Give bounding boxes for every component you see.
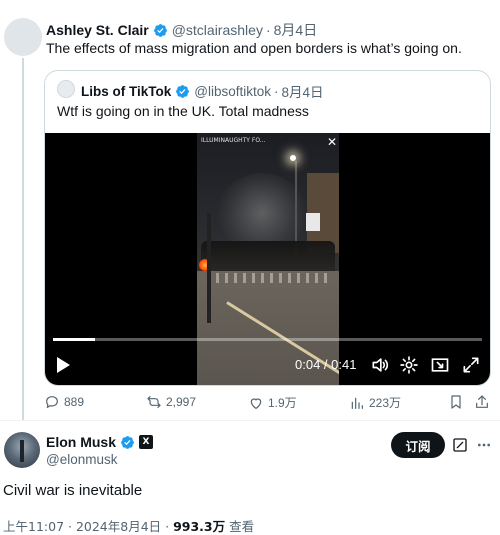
divider bbox=[0, 420, 500, 421]
share-icon bbox=[476, 395, 488, 408]
video-scene-streetlight bbox=[290, 155, 296, 161]
quoted-tweet[interactable]: Libs of TikTok @libsoftiktok · 8月4日 Wtf … bbox=[44, 70, 491, 386]
settings-icon[interactable] bbox=[399, 355, 419, 375]
tweet-date[interactable]: 8月4日 bbox=[274, 20, 318, 40]
verified-badge-icon bbox=[176, 84, 190, 98]
video-scene-post bbox=[207, 213, 211, 323]
subscribe-button[interactable]: 订阅 bbox=[391, 432, 445, 458]
author-handle[interactable]: @stclairashley bbox=[172, 22, 263, 38]
x-affiliate-icon[interactable]: X bbox=[139, 435, 154, 449]
analytics-icon bbox=[351, 397, 363, 409]
separator-dot: · bbox=[274, 83, 279, 99]
video-scene-debris bbox=[207, 273, 327, 283]
video-frame: ILLUMINAUGHTY FO... bbox=[197, 133, 339, 385]
avatar[interactable] bbox=[4, 432, 40, 468]
reply-icon bbox=[46, 396, 58, 408]
video-overlay-text: ILLUMINAUGHTY FO... bbox=[201, 137, 266, 144]
heart-icon bbox=[250, 397, 262, 409]
share-button[interactable] bbox=[474, 394, 494, 410]
tweet-meta: 上午11:07 · 2024年8月4日 · 993.3万 查看 bbox=[3, 516, 254, 535]
repost-button[interactable]: 2,997 bbox=[146, 394, 196, 410]
bookmark-button[interactable] bbox=[448, 394, 468, 410]
video-progress-bar[interactable] bbox=[53, 338, 482, 341]
quote-author-handle: @libsoftiktok bbox=[194, 83, 271, 99]
volume-icon[interactable] bbox=[370, 355, 390, 375]
pip-icon[interactable] bbox=[430, 355, 450, 375]
quote-date: 8月4日 bbox=[281, 85, 324, 100]
close-icon[interactable]: ✕ bbox=[327, 135, 337, 149]
author-name[interactable]: Ashley St. Clair bbox=[46, 22, 149, 38]
view-count: 223万 bbox=[369, 396, 402, 410]
separator-dot: · bbox=[265, 22, 271, 38]
main-tweet[interactable]: Elon Musk X @elonmusk 订阅 Civil war is in… bbox=[0, 422, 500, 535]
video-progress-fill bbox=[53, 338, 96, 341]
views-label: 查看 bbox=[229, 519, 255, 534]
reply-button[interactable]: 889 bbox=[44, 394, 84, 410]
like-count: 1.9万 bbox=[268, 396, 297, 410]
reply-count: 889 bbox=[64, 395, 85, 409]
quote-text: Wtf is going on in the UK. Total madness bbox=[57, 103, 309, 119]
tweet-text: The effects of mass migration and open b… bbox=[46, 40, 462, 56]
tweet-action-bar: 889 2,997 1.9万 223万 bbox=[44, 394, 494, 414]
tweet-text: Civil war is inevitable bbox=[3, 482, 143, 499]
author-handle[interactable]: @elonmusk bbox=[46, 452, 117, 467]
grok-icon[interactable] bbox=[452, 437, 468, 453]
video-player[interactable]: ILLUMINAUGHTY FO... ✕ 0:04 / 0:41 bbox=[45, 133, 490, 385]
fullscreen-icon[interactable] bbox=[461, 355, 481, 375]
quote-header: Libs of TikTok @libsoftiktok · 8月4日 bbox=[81, 81, 324, 101]
quote-avatar bbox=[57, 80, 75, 98]
repost-icon bbox=[147, 396, 161, 408]
like-button[interactable]: 1.9万 bbox=[248, 394, 297, 411]
author-name[interactable]: Elon Musk bbox=[46, 434, 116, 450]
tweet-timestamp[interactable]: 上午11:07 · 2024年8月4日 · bbox=[3, 519, 169, 534]
views-button[interactable]: 223万 bbox=[349, 394, 401, 411]
view-count: 993.3万 bbox=[173, 519, 226, 534]
video-scene-crowd bbox=[201, 241, 335, 271]
video-time: 0:04 / 0:41 bbox=[295, 357, 357, 372]
quote-author-name: Libs of TikTok bbox=[81, 83, 172, 99]
repost-count: 2,997 bbox=[166, 395, 197, 409]
verified-badge-icon bbox=[153, 23, 167, 37]
video-scene-sign bbox=[306, 213, 320, 231]
play-icon[interactable] bbox=[57, 357, 70, 373]
more-icon[interactable] bbox=[475, 437, 493, 453]
tweet-header: Elon Musk X bbox=[46, 434, 154, 450]
verified-badge-icon bbox=[121, 435, 134, 449]
tweet-header: Ashley St. Clair @stclairashley · 8月4日 bbox=[46, 20, 317, 40]
avatar[interactable] bbox=[4, 18, 42, 56]
parent-tweet[interactable]: Ashley St. Clair @stclairashley · 8月4日 T… bbox=[0, 0, 500, 420]
bookmark-icon bbox=[451, 395, 461, 409]
